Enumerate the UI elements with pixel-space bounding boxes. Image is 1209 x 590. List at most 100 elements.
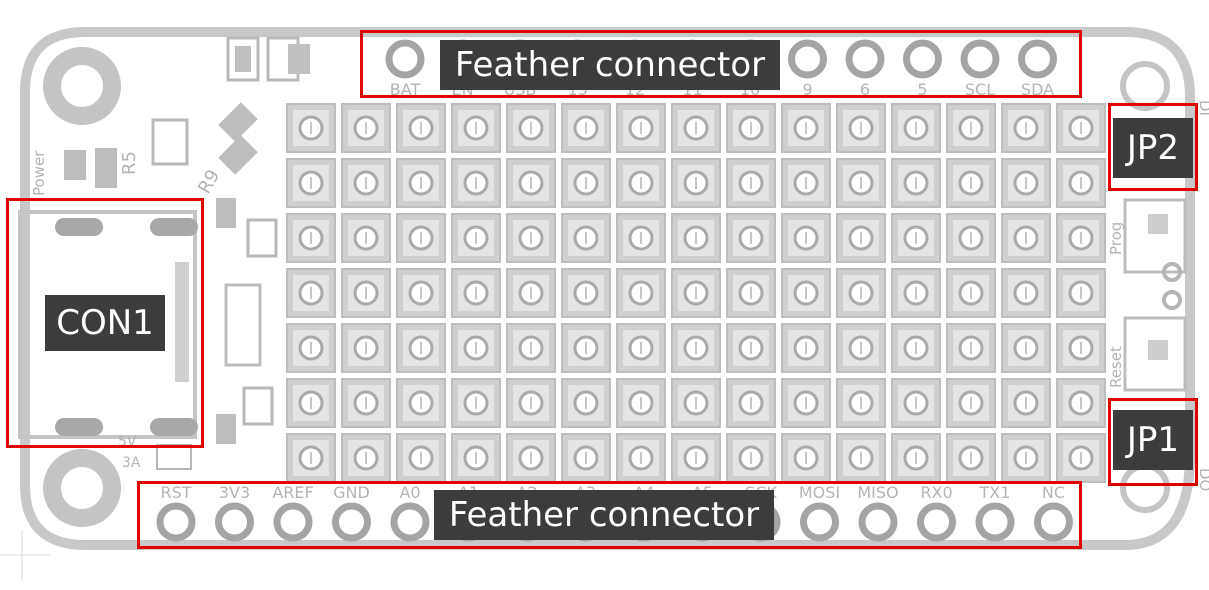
led-cell bbox=[286, 103, 336, 153]
led-cell bbox=[781, 213, 831, 263]
led-cell bbox=[671, 378, 721, 428]
led-cell bbox=[561, 378, 611, 428]
led-cell bbox=[616, 213, 666, 263]
led-cell bbox=[1056, 323, 1106, 373]
led-cell bbox=[891, 103, 941, 153]
led-cell bbox=[396, 213, 446, 263]
jp1-highlight bbox=[1108, 398, 1198, 486]
led-cell bbox=[781, 268, 831, 318]
led-cell bbox=[616, 323, 666, 373]
led-cell bbox=[286, 158, 336, 208]
led-cell bbox=[726, 158, 776, 208]
led-cell bbox=[891, 378, 941, 428]
led-cell bbox=[1056, 213, 1106, 263]
led-cell bbox=[726, 103, 776, 153]
led-cell bbox=[396, 158, 446, 208]
led-cell bbox=[891, 268, 941, 318]
power-label: Power bbox=[30, 150, 48, 196]
led-cell bbox=[836, 103, 886, 153]
led-cell bbox=[781, 323, 831, 373]
led-cell bbox=[781, 158, 831, 208]
led-cell bbox=[396, 323, 446, 373]
led-cell bbox=[616, 268, 666, 318]
led-cell bbox=[836, 378, 886, 428]
led-cell bbox=[946, 213, 996, 263]
led-cell bbox=[616, 378, 666, 428]
led-cell bbox=[946, 378, 996, 428]
led-cell bbox=[836, 323, 886, 373]
led-cell bbox=[836, 213, 886, 263]
led-cell bbox=[671, 103, 721, 153]
led-cell bbox=[506, 433, 556, 483]
led-cell bbox=[946, 103, 996, 153]
led-cell bbox=[286, 323, 336, 373]
led-cell bbox=[451, 433, 501, 483]
led-cell bbox=[1056, 378, 1106, 428]
led-cell bbox=[671, 268, 721, 318]
led-cell bbox=[561, 158, 611, 208]
led-cell bbox=[946, 158, 996, 208]
led-cell bbox=[671, 213, 721, 263]
led-cell bbox=[341, 158, 391, 208]
led-cell bbox=[726, 268, 776, 318]
led-cell bbox=[506, 268, 556, 318]
led-cell bbox=[451, 268, 501, 318]
led-cell bbox=[1001, 323, 1051, 373]
led-cell bbox=[1056, 158, 1106, 208]
led-cell bbox=[506, 378, 556, 428]
led-cell bbox=[671, 323, 721, 373]
led-cell bbox=[506, 213, 556, 263]
prog-label: Prog bbox=[1107, 222, 1125, 255]
led-cell bbox=[836, 433, 886, 483]
3a-label: 3A bbox=[122, 455, 141, 471]
led-cell bbox=[616, 103, 666, 153]
bottom-connector-highlight bbox=[137, 481, 1082, 549]
led-cell bbox=[506, 158, 556, 208]
led-cell bbox=[1001, 103, 1051, 153]
led-cell bbox=[1056, 103, 1106, 153]
led-cell bbox=[836, 158, 886, 208]
led-cell bbox=[561, 213, 611, 263]
led-cell bbox=[781, 103, 831, 153]
led-cell bbox=[341, 268, 391, 318]
led-cell bbox=[341, 378, 391, 428]
reset-label: Reset bbox=[1107, 346, 1125, 388]
top-connector-highlight bbox=[360, 30, 1082, 98]
led-cell bbox=[946, 433, 996, 483]
led-cell bbox=[1056, 433, 1106, 483]
led-cell bbox=[451, 323, 501, 373]
con1-highlight bbox=[6, 198, 204, 448]
led-cell bbox=[451, 378, 501, 428]
led-cell bbox=[1001, 213, 1051, 263]
led-cell bbox=[726, 323, 776, 373]
led-cell bbox=[341, 433, 391, 483]
led-cell bbox=[726, 433, 776, 483]
led-cell bbox=[561, 268, 611, 318]
led-cell bbox=[671, 158, 721, 208]
led-cell bbox=[286, 268, 336, 318]
jp2-highlight bbox=[1108, 103, 1198, 191]
led-cell bbox=[286, 433, 336, 483]
led-cell bbox=[616, 433, 666, 483]
led-cell bbox=[561, 323, 611, 373]
led-cell bbox=[451, 158, 501, 208]
led-cell bbox=[396, 268, 446, 318]
led-cell bbox=[561, 103, 611, 153]
led-cell bbox=[1056, 268, 1106, 318]
led-cell bbox=[891, 158, 941, 208]
led-cell bbox=[396, 378, 446, 428]
led-cell bbox=[616, 158, 666, 208]
led-cell bbox=[946, 268, 996, 318]
led-cell bbox=[286, 213, 336, 263]
led-cell bbox=[451, 213, 501, 263]
led-cell bbox=[341, 103, 391, 153]
led-cell bbox=[891, 213, 941, 263]
led-cell bbox=[946, 323, 996, 373]
led-cell bbox=[781, 433, 831, 483]
led-cell bbox=[506, 103, 556, 153]
led-cell bbox=[561, 433, 611, 483]
led-cell bbox=[341, 323, 391, 373]
led-cell bbox=[396, 433, 446, 483]
led-cell bbox=[341, 213, 391, 263]
led-cell bbox=[891, 323, 941, 373]
